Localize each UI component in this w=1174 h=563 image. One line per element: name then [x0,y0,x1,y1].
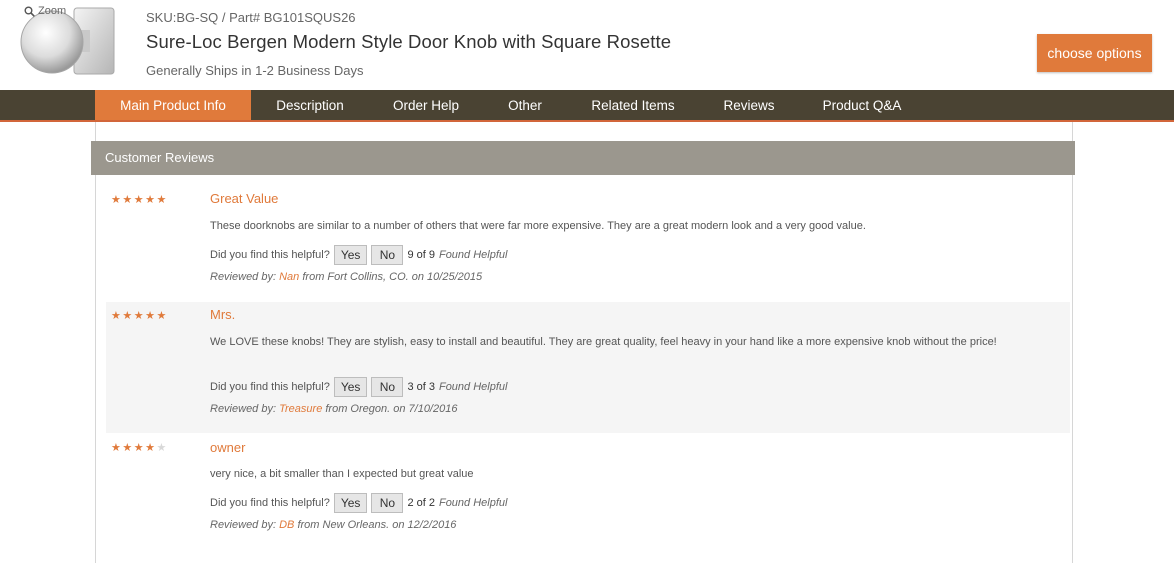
helpful-count: 2 of 2 [407,497,435,509]
reviewed-by-label: Reviewed by: [210,271,277,283]
sku-part-number: SKU:BG-SQ / Part# BG101SQUS26 [146,10,356,25]
magnifier-icon [24,6,35,17]
no-button[interactable]: No [371,245,404,265]
review-body: We LOVE these knobs! They are stylish, e… [210,336,997,348]
reviewed-by-label: Reviewed by: [210,403,277,415]
helpful-prompt: Did you find this helpful? [210,381,330,393]
review-title: owner [210,440,246,455]
zoom-label: Zoom [38,5,67,17]
helpful-row: Did you find this helpful? Yes No 2 of 2… [210,493,507,513]
reviewer-name[interactable]: Treasure [279,403,322,415]
review-title: Mrs. [210,307,236,322]
found-helpful-label: Found Helpful [438,497,508,509]
star-filled-icon: ★ [145,310,157,322]
star-filled-icon: ★ [145,194,157,206]
found-helpful-label: Found Helpful [438,381,508,393]
helpful-prompt: Did you find this helpful? [210,497,330,509]
choose-options-button[interactable]: choose options [1037,34,1152,72]
reviewer-name[interactable]: DB [279,519,294,531]
star-filled-icon: ★ [133,442,146,454]
product-title: Sure-Loc Bergen Modern Style Door Knob w… [146,31,672,52]
star-rating: ★★★★★ [111,309,168,322]
helpful-prompt: Did you find this helpful? [210,249,330,261]
review-item: ★★★★★ Great Value These doorknobs are si… [106,184,1070,296]
tab-reviews[interactable]: Reviews [710,90,788,120]
tab-product-qa[interactable]: Product Q&A [808,90,916,120]
review-location-date: from Fort Collins, CO. on 10/25/2015 [302,271,483,283]
zoom-control[interactable]: Zoom [24,5,66,17]
customer-reviews-heading: Customer Reviews [91,141,1075,175]
helpful-count: 3 of 3 [407,381,435,393]
star-filled-icon: ★ [156,194,168,206]
yes-button[interactable]: Yes [333,377,368,397]
review-byline: Reviewed by: Nan from Fort Collins, CO. … [210,271,482,283]
review-body: These doorknobs are similar to a number … [210,220,866,232]
yes-button[interactable]: Yes [333,493,368,513]
review-byline: Reviewed by: DB from New Orleans. on 12/… [210,519,456,531]
no-button[interactable]: No [371,493,404,513]
star-filled-icon: ★ [133,194,146,206]
star-filled-icon: ★ [111,442,123,454]
helpful-row: Did you find this helpful? Yes No 9 of 9… [210,245,507,265]
helpful-count: 9 of 9 [407,249,435,261]
star-filled-icon: ★ [122,310,134,322]
review-item: ★★★★★ Mrs. We LOVE these knobs! They are… [106,302,1070,433]
star-filled-icon: ★ [122,442,134,454]
review-byline: Reviewed by: Treasure from Oregon. on 7/… [210,403,457,415]
star-filled-icon: ★ [111,194,123,206]
star-filled-icon: ★ [111,310,123,322]
helpful-row: Did you find this helpful? Yes No 3 of 3… [210,377,507,397]
reviewer-name[interactable]: Nan [279,271,299,283]
found-helpful-label: Found Helpful [438,249,508,261]
star-filled-icon: ★ [145,442,157,454]
tab-other[interactable]: Other [494,90,556,120]
product-header: Zoom SKU:BG-SQ / Part# BG101SQUS26 Sure-… [0,0,1174,90]
tab-related-items[interactable]: Related Items [576,90,690,120]
star-filled-icon: ★ [133,310,146,322]
product-tab-nav: Main Product Info Description Order Help… [0,90,1174,122]
shipping-info: Generally Ships in 1-2 Business Days [146,63,364,78]
star-empty-icon: ★ [156,442,168,454]
star-filled-icon: ★ [122,194,134,206]
star-filled-icon: ★ [156,310,168,322]
star-rating: ★★★★★ [111,441,168,454]
review-item: ★★★★★ owner very nice, a bit smaller tha… [106,433,1070,545]
review-location-date: from New Orleans. on 12/2/2016 [297,519,457,531]
tab-description[interactable]: Description [262,90,358,120]
tab-main-product-info[interactable]: Main Product Info [95,90,251,120]
tab-order-help[interactable]: Order Help [378,90,474,120]
star-rating: ★★★★★ [111,193,168,206]
no-button[interactable]: No [371,377,404,397]
yes-button[interactable]: Yes [333,245,368,265]
reviewed-by-label: Reviewed by: [210,519,277,531]
review-body: very nice, a bit smaller than I expected… [210,468,474,480]
review-title: Great Value [210,191,279,206]
review-location-date: from Oregon. on 7/10/2016 [325,403,458,415]
